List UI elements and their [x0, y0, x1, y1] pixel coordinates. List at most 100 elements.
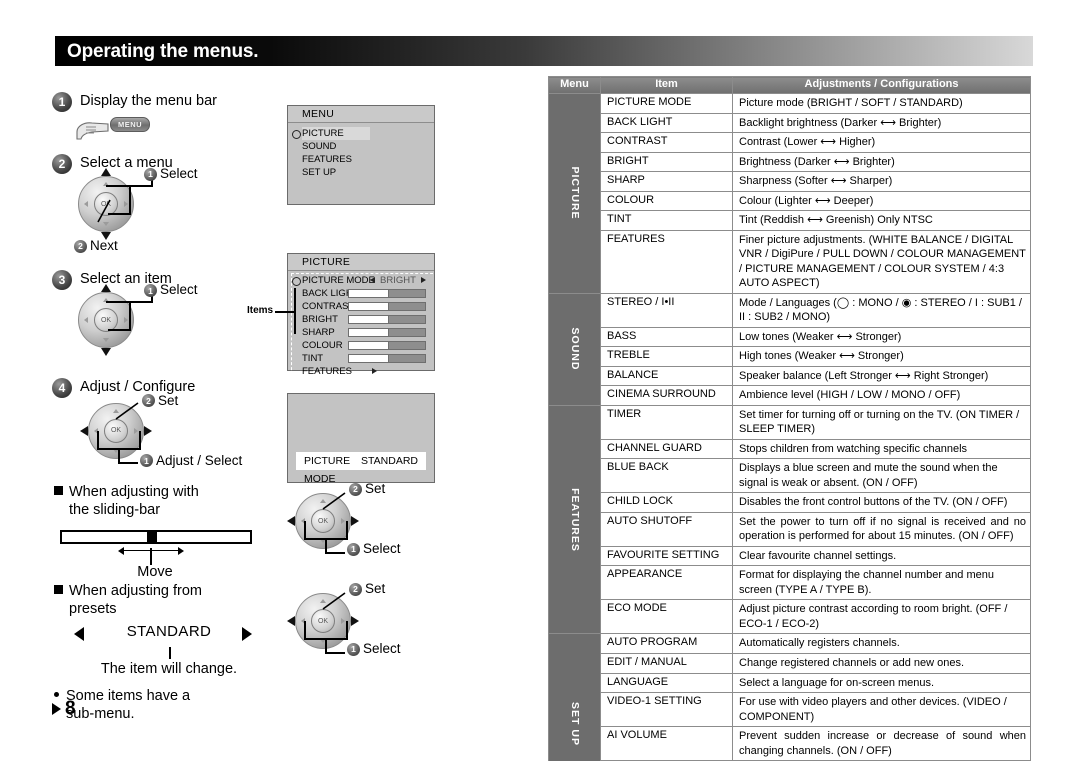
- tv-menu-header: MENU: [288, 106, 434, 123]
- note-presets-line2: presets: [69, 601, 117, 618]
- dpad-left-arrow-icon: [287, 616, 295, 626]
- note-presets: When adjusting from presets: [54, 582, 282, 619]
- note-sliding-bar-line2: the sliding-bar: [69, 502, 161, 519]
- page-title-bar: Operating the menus.: [55, 36, 1033, 66]
- back-light-bar[interactable]: [348, 289, 426, 298]
- callout-adjust-step4: 1 Adjust / Select: [140, 453, 242, 468]
- preset-selector[interactable]: STANDARD: [74, 623, 274, 647]
- dpad-left-arrow-icon: [287, 516, 295, 526]
- tv-screen-menu: MENU PICTURE SOUND FEATURES SET UP: [287, 105, 435, 205]
- table-cell-description: Prevent sudden increase or decrease of s…: [732, 726, 1031, 761]
- tv-picture-row-back-light[interactable]: BACK LIGHT: [288, 287, 434, 300]
- table-cell-item: TINT: [600, 210, 733, 231]
- callout-number-1-icon: 1: [140, 454, 153, 468]
- menu-group-label: SOUND: [568, 327, 581, 371]
- step-4-label: Adjust / Configure: [80, 379, 196, 396]
- manual-page: Operating the menus. 1 Display the menu …: [0, 0, 1080, 761]
- table-cell-description: Mode / Languages (◯ : MONO / ◉ : STEREO …: [732, 292, 1031, 328]
- table-cell-item: BASS: [600, 326, 733, 348]
- page-title: Operating the menus.: [67, 40, 259, 62]
- dpad-illustration-step2: OK 1 Select 2 Next: [74, 166, 282, 262]
- tv-menu-item-setup[interactable]: SET UP: [288, 166, 434, 179]
- table-cell-item: STEREO / I•II: [600, 292, 733, 328]
- table-body: PICTURE PICTURE MODE Picture mode (BRIGHT …: [548, 93, 1031, 761]
- callout-select-step2: 1 Select: [144, 166, 198, 181]
- table-cell-description: Change registered channels or add new on…: [732, 652, 1031, 674]
- table-cell-description: Picture mode (BRIGHT / SOFT / STANDARD): [732, 93, 1031, 114]
- note-submenu-line1: Some items have a: [66, 687, 191, 704]
- tv-picture-row-tint[interactable]: TINT: [288, 352, 434, 365]
- colour-bar[interactable]: [348, 341, 426, 350]
- tv-menu-item-features[interactable]: FEATURES: [288, 153, 434, 166]
- tv-menu-item-sound[interactable]: SOUND: [288, 140, 434, 153]
- square-bullet-icon: [54, 485, 63, 495]
- bright-bar[interactable]: [348, 315, 426, 324]
- osd-picture-mode-line: PICTURE MODE STANDARD: [296, 452, 426, 485]
- table-row: APPEARANCE Format for displaying the chan…: [549, 565, 1031, 601]
- callout-next-label: Next: [90, 238, 118, 254]
- menu-reference-table: Menu Item Adjustments / Configurations P…: [548, 76, 1031, 761]
- callout-number-1-icon: 1: [144, 168, 157, 182]
- tv-picture-row-picture-mode[interactable]: PICTURE MODE BRIGHT: [288, 274, 434, 287]
- tv-picture-row-sharp[interactable]: SHARP: [288, 326, 434, 339]
- table-cell-description: Disables the front control buttons of th…: [732, 492, 1031, 513]
- step-1: 1 Display the menu bar MENU: [52, 92, 282, 142]
- tv-picture-header: PICTURE: [288, 254, 434, 271]
- table-row: BRIGHT Brightness (Darker ⟷ Brighter): [549, 151, 1031, 173]
- dpad-illustration-step4: OK 2 Set 1 Adjust / Select: [80, 393, 282, 481]
- table-row: TINT Tint (Reddish ⟷ Greenish) Only NTSC: [549, 210, 1031, 231]
- header-item: Item: [600, 76, 733, 94]
- table-cell-description: Low tones (Weaker ⟷ Stronger): [732, 326, 1031, 348]
- tv-picture-row-colour[interactable]: COLOUR: [288, 339, 434, 352]
- menu-group-label: SET UP: [568, 702, 581, 747]
- sharp-bar[interactable]: [348, 328, 426, 337]
- contrast-bar[interactable]: [348, 302, 426, 311]
- table-cell-description: High tones (Weaker ⟷ Stronger): [732, 346, 1031, 367]
- tv-menu-item-picture[interactable]: PICTURE: [288, 127, 434, 140]
- tv-picture-row-contrast[interactable]: CONTRAST: [288, 300, 434, 313]
- callout-select-sliding: 1 Select: [347, 541, 401, 556]
- table-row: CHANNEL GUARD Stops children from watchin…: [549, 438, 1031, 460]
- step-1-label: Display the menu bar: [80, 93, 218, 109]
- table-row: CONTRAST Contrast (Lower ⟷ Higher): [549, 132, 1031, 153]
- dpad-left-mini-icon: [84, 201, 88, 208]
- picture-mode-next-arrow-icon[interactable]: [421, 277, 426, 283]
- osd-value: STANDARD: [361, 455, 418, 467]
- table-row: AI VOLUME Prevent sudden increase or decr…: [549, 726, 1031, 761]
- dpad-illustration-presets: OK 2 Set 1 Select: [287, 581, 415, 656]
- table-cell-item: ECO MODE: [600, 599, 733, 635]
- table-cell-item: SHARP: [600, 171, 733, 192]
- picture-mode-prev-arrow-icon[interactable]: [370, 277, 375, 283]
- callout-set-step4: 2 Set: [142, 393, 178, 408]
- table-cell-description: Format for displaying the channel number…: [732, 565, 1031, 601]
- picture-mode-value: BRIGHT: [380, 275, 416, 286]
- items-pointer-bracket: [294, 288, 296, 334]
- callout-number-1-icon: 1: [347, 642, 360, 656]
- move-label: Move: [137, 563, 173, 580]
- sliding-bar[interactable]: [60, 529, 252, 544]
- step-3-number: 3: [52, 270, 72, 291]
- callout-set-presets: 2 Set: [349, 581, 385, 596]
- table-cell-description: For use with video players and other dev…: [732, 692, 1031, 728]
- table-cell-item: EDIT / MANUAL: [600, 652, 733, 674]
- menu-button-key[interactable]: MENU: [110, 117, 150, 133]
- table-row: SHARP Sharpness (Softer ⟷ Sharper): [549, 171, 1031, 192]
- features-submenu-arrow-icon: [372, 368, 377, 374]
- table-cell-item: AUTO PROGRAM: [600, 633, 733, 654]
- table-cell-description: Displays a blue screen and mute the soun…: [732, 458, 1031, 494]
- tint-bar[interactable]: [348, 354, 426, 363]
- table-cell-description: Ambience level (HIGH / LOW / MONO / OFF): [732, 385, 1031, 406]
- table-cell-item: PICTURE MODE: [600, 93, 733, 114]
- sliding-bar-knob[interactable]: [147, 531, 157, 542]
- tv-picture-row-bright[interactable]: BRIGHT: [288, 313, 434, 326]
- table-cell-item: LANGUAGE: [600, 672, 733, 694]
- tv-picture-row-features[interactable]: FEATURES: [288, 365, 434, 378]
- preset-next-arrow-icon[interactable]: [242, 626, 252, 641]
- note-submenu: Some items have a sub-menu.: [54, 687, 282, 724]
- table-cell-description: Tint (Reddish ⟷ Greenish) Only NTSC: [732, 210, 1031, 231]
- callout-select-step3: 1 Select: [144, 282, 198, 297]
- preset-change-note: The item will change.: [100, 660, 238, 677]
- table-row: FAVOURITE SETTING Clear favourite channel…: [549, 545, 1031, 567]
- table-cell-item: APPEARANCE: [600, 565, 733, 601]
- table-row: AUTO SHUTOFF Set the power to turn off if…: [549, 511, 1031, 547]
